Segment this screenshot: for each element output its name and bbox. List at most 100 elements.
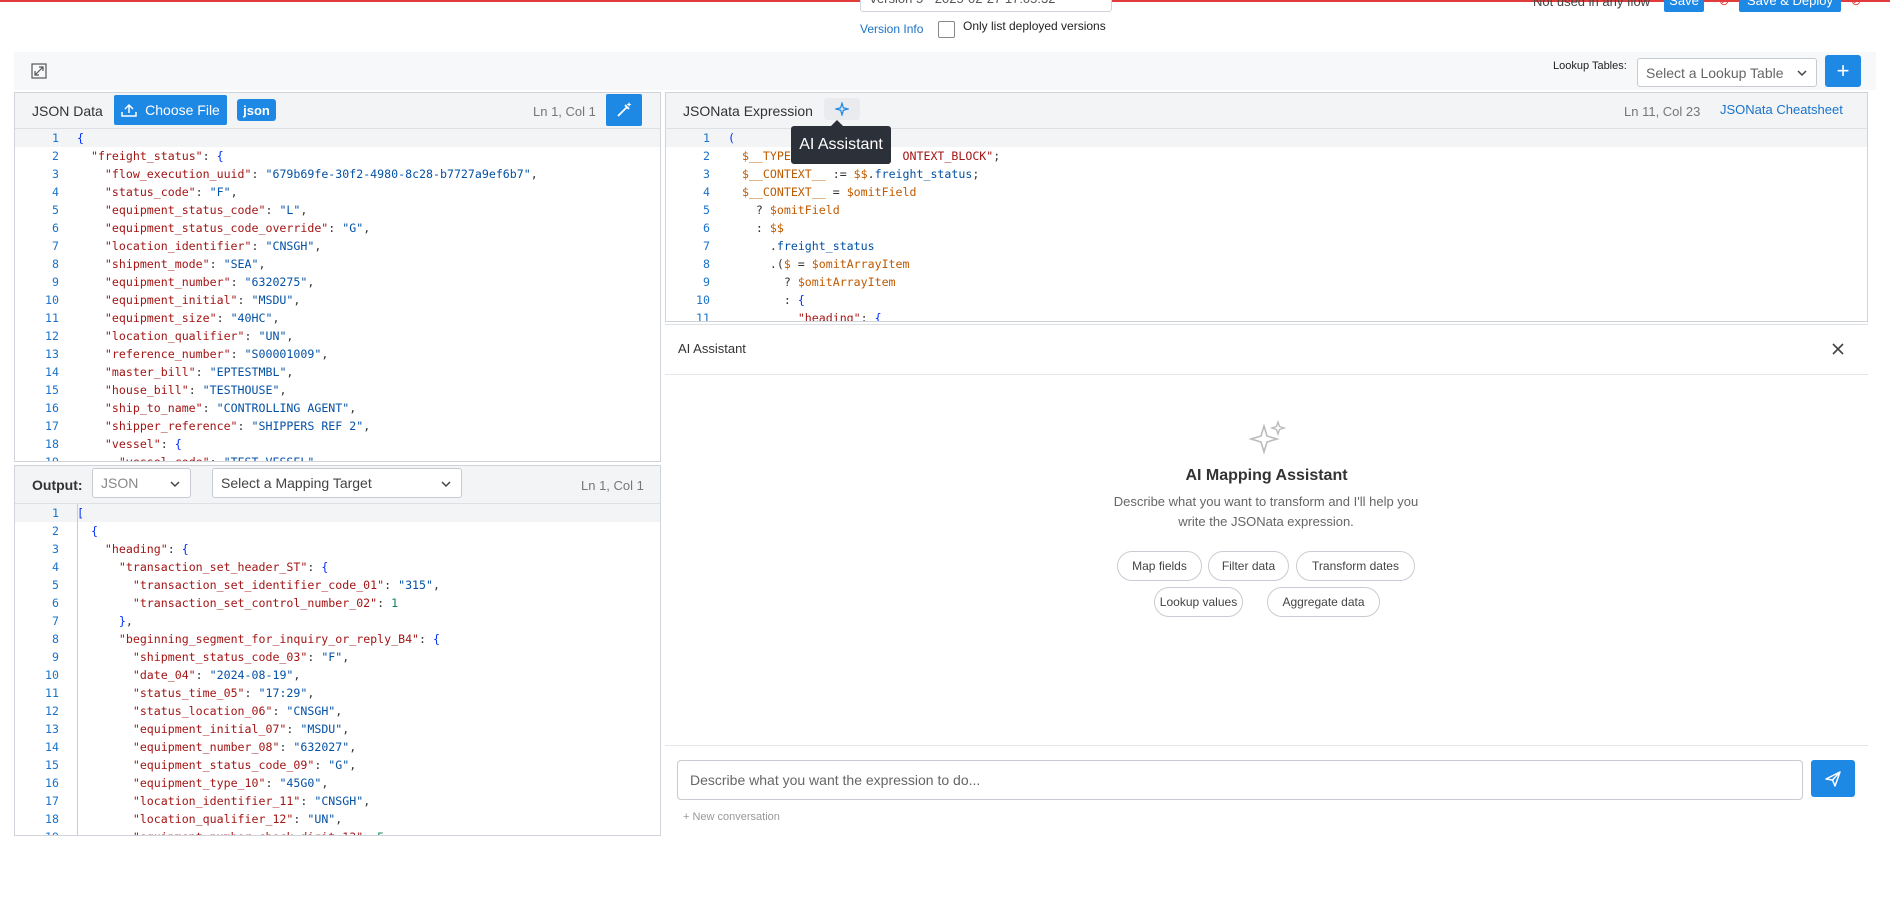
code-line[interactable]: 12 "location_qualifier": "UN", (15, 327, 660, 345)
expand-icon[interactable] (31, 63, 47, 79)
code-line[interactable]: 9 "shipment_status_code_03": "F", (15, 648, 660, 666)
line-number: 12 (45, 704, 59, 718)
code-token: "status_time_05" (132, 686, 245, 700)
output-format-select[interactable]: JSON (92, 468, 191, 498)
code-line[interactable]: 13 "reference_number": "S00001009", (15, 345, 660, 363)
version-info-link[interactable]: Version Info (860, 22, 923, 36)
jsonata-cheatsheet-link[interactable]: JSONata Cheatsheet (1720, 102, 1843, 117)
line-number: 4 (703, 185, 710, 199)
code-line[interactable]: 6 : $$ (666, 219, 1867, 237)
code-line[interactable]: 16 "ship_to_name": "CONTROLLING AGENT", (15, 399, 660, 417)
save-deploy-button[interactable]: Save & Deploy (1739, 0, 1841, 12)
code-line[interactable]: 8 .($ = $omitArrayItem (666, 255, 1867, 273)
code-text: "status_code": "F", (77, 183, 238, 201)
code-line[interactable]: 16 "equipment_type_10": "45G0", (15, 774, 660, 792)
json-cursor-position: Ln 1, Col 1 (533, 104, 596, 119)
suggestion-chip-map-fields[interactable]: Map fields (1117, 551, 1202, 581)
code-line[interactable]: 2 "freight_status": { (15, 147, 660, 165)
code-text: "location_qualifier": "UN", (77, 327, 293, 345)
code-line[interactable]: 3 "heading": { (15, 540, 660, 558)
code-line[interactable]: 11 "heading": { (666, 309, 1867, 321)
code-line[interactable]: 6 "transaction_set_control_number_02": 1 (15, 594, 660, 612)
code-line[interactable]: 10 "date_04": "2024-08-19", (15, 666, 660, 684)
code-line[interactable]: 9 ? $omitArrayItem (666, 273, 1867, 291)
suggestion-chip-filter-data[interactable]: Filter data (1208, 551, 1289, 581)
code-line[interactable]: 19 "equipment_number_check_digit_13": 5 (15, 828, 660, 835)
code-token: : (251, 239, 266, 253)
json-data-editor[interactable]: 1{2 "freight_status": {3 "flow_execution… (15, 129, 660, 461)
code-line[interactable]: 11 "status_time_05": "17:29", (15, 684, 660, 702)
code-line[interactable]: 9 "equipment_number": "6320275", (15, 273, 660, 291)
code-token: , (307, 686, 315, 700)
line-number: 1 (52, 506, 59, 520)
code-line[interactable]: 7 "location_identifier": "CNSGH", (15, 237, 660, 255)
code-text: "location_identifier": "CNSGH", (77, 237, 321, 255)
save-button[interactable]: Save (1664, 0, 1704, 12)
code-line[interactable]: 13 "equipment_initial_07": "MSDU", (15, 720, 660, 738)
code-line[interactable]: 5 "equipment_status_code": "L", (15, 201, 660, 219)
code-line[interactable]: 5 ? $omitField (666, 201, 1867, 219)
code-line[interactable]: 3 $__CONTEXT__ := $$.freight_status; (666, 165, 1867, 183)
code-line[interactable]: 17 "shipper_reference": "SHIPPERS REF 2"… (15, 417, 660, 435)
code-line[interactable]: 14 "equipment_number_08": "632027", (15, 738, 660, 756)
line-number: 11 (696, 311, 710, 321)
version-select[interactable]: Version 5 - 2025-02-27 17:05:32 (860, 0, 1112, 12)
line-number: 3 (703, 167, 710, 181)
code-token: "equipment_type_10" (132, 776, 266, 790)
code-line[interactable]: 5 "transaction_set_identifier_code_01": … (15, 576, 660, 594)
code-line[interactable]: 15 "house_bill": "TESTHOUSE", (15, 381, 660, 399)
new-conversation-link[interactable]: + New conversation (683, 811, 780, 823)
ai-assistant-toggle-button[interactable] (824, 98, 860, 120)
code-text: "equipment_number_08": "632027", (77, 738, 356, 756)
code-token: : (728, 221, 770, 235)
lookup-table-select[interactable]: Select a Lookup Table (1637, 58, 1817, 87)
code-text: : $$ (728, 219, 784, 237)
code-line[interactable]: 14 "master_bill": "EPTESTMBL", (15, 363, 660, 381)
code-line[interactable]: 17 "location_identifier_11": "CNSGH", (15, 792, 660, 810)
code-line[interactable]: 18 "location_qualifier_12": "UN", (15, 810, 660, 828)
code-line[interactable]: 15 "equipment_status_code_09": "G", (15, 756, 660, 774)
choose-file-button[interactable]: Choose File (114, 95, 227, 125)
code-text: "vessel": { (77, 435, 182, 453)
code-line[interactable]: 18 "vessel": { (15, 435, 660, 453)
suggestion-chip-transform-dates[interactable]: Transform dates (1296, 551, 1415, 581)
code-line[interactable]: 2 { (15, 522, 660, 540)
code-line[interactable]: 8 "beginning_segment_for_inquiry_or_repl… (15, 630, 660, 648)
code-line[interactable]: 4 "transaction_set_header_ST": { (15, 558, 660, 576)
code-line[interactable]: 8 "shipment_mode": "SEA", (15, 255, 660, 273)
code-line[interactable]: 4 $__CONTEXT__ = $omitField (666, 183, 1867, 201)
ai-assistant-panel: AI Assistant AI Mapping Assistant Descri… (665, 324, 1868, 836)
format-wand-button[interactable] (606, 94, 642, 126)
code-line[interactable]: 12 "status_location_06": "CNSGH", (15, 702, 660, 720)
only-deployed-checkbox[interactable] (938, 21, 955, 38)
code-line[interactable]: 11 "equipment_size": "40HC", (15, 309, 660, 327)
code-line[interactable]: 19 "vessel_code": "TEST VESSEL" (15, 453, 660, 461)
code-line[interactable]: 10 "equipment_initial": "MSDU", (15, 291, 660, 309)
send-button[interactable] (1811, 760, 1855, 797)
close-icon[interactable] (1830, 341, 1846, 357)
code-line[interactable]: 7 }, (15, 612, 660, 630)
add-lookup-table-button[interactable]: + (1825, 55, 1861, 87)
code-line[interactable]: 4 "status_code": "F", (15, 183, 660, 201)
suggestion-chip-aggregate-data[interactable]: Aggregate data (1267, 587, 1380, 617)
code-token: { (174, 437, 182, 451)
line-number: 5 (52, 203, 59, 217)
mapping-target-select[interactable]: Select a Mapping Target (212, 468, 462, 498)
code-line[interactable]: 1{ (15, 129, 660, 147)
code-token: "MSDU" (251, 293, 294, 307)
code-line[interactable]: 1[ (15, 504, 660, 522)
suggestion-chip-lookup-values[interactable]: Lookup values (1154, 587, 1243, 617)
code-line[interactable]: 3 "flow_execution_uuid": "679b69fe-30f2-… (15, 165, 660, 183)
code-token: { (433, 632, 440, 646)
code-line[interactable]: 6 "equipment_status_code_override": "G", (15, 219, 660, 237)
ai-prompt-input[interactable]: Describe what you want the expression to… (677, 760, 1803, 800)
output-editor[interactable]: 1[2 {3 "heading": {4 "transaction_set_he… (15, 504, 660, 835)
code-line[interactable]: 7 .freight_status (666, 237, 1867, 255)
code-line[interactable]: 10 : { (666, 291, 1867, 309)
